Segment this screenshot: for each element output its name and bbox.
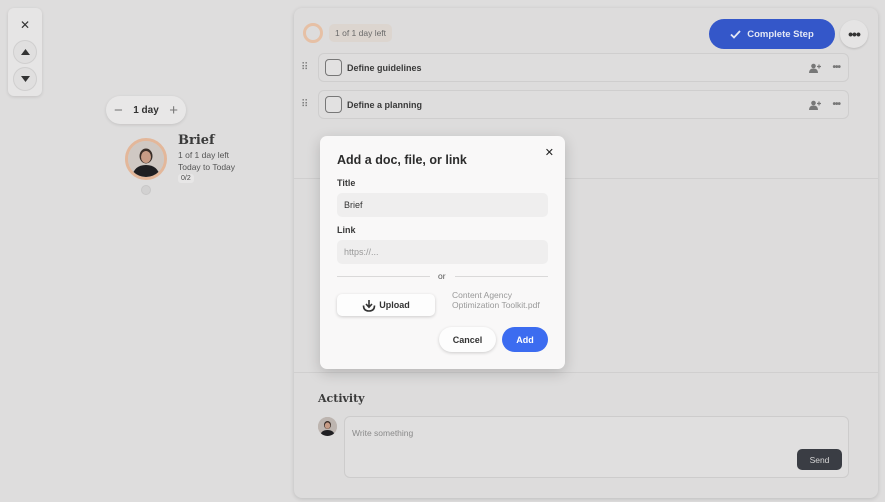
task-count-badge: 0/2 [178, 174, 194, 183]
title-field-label: Title [337, 178, 356, 188]
upload-button[interactable]: Upload [337, 294, 435, 316]
dialog-title: Add a doc, file, or link [337, 153, 467, 167]
step-title: Brief [178, 133, 215, 148]
node-connector-dot[interactable] [141, 185, 151, 195]
close-icon[interactable]: ✕ [545, 146, 554, 159]
or-separator: or [438, 271, 446, 281]
send-button[interactable]: Send [797, 449, 842, 470]
divider-left [337, 276, 430, 277]
assignee-avatar[interactable] [125, 138, 167, 180]
more-dots-icon: ••• [848, 26, 861, 42]
panel-header: 1 of 1 day left Complete Step ••• [294, 8, 878, 58]
divider-right [455, 276, 548, 277]
duration-stepper: − 1 day + [106, 96, 186, 124]
task-row[interactable]: ⠿ Define a planning ••• [301, 90, 849, 119]
link-field[interactable] [337, 240, 548, 264]
task-checkbox[interactable] [325, 59, 342, 76]
step-navigation: ✕ [8, 8, 42, 96]
step-days-left: 1 of 1 day left [178, 150, 230, 160]
comment-input[interactable]: Write something Send [344, 416, 849, 478]
task-label: Define a planning [347, 99, 423, 110]
current-user-avatar [318, 417, 337, 436]
previous-step-button[interactable] [13, 39, 37, 64]
task-more-icon[interactable]: ••• [832, 62, 840, 73]
drag-handle-icon[interactable]: ⠿ [301, 99, 308, 110]
complete-step-button[interactable]: Complete Step [709, 19, 835, 49]
task-more-icon[interactable]: ••• [832, 99, 840, 110]
cancel-button[interactable]: Cancel [439, 327, 496, 352]
task-checkbox[interactable] [325, 96, 342, 113]
close-icon: ✕ [19, 17, 31, 32]
add-resource-dialog: ✕ Add a doc, file, or link Title Link or… [320, 136, 565, 369]
person-avatar-icon [128, 141, 164, 177]
next-step-button[interactable] [13, 67, 37, 92]
caret-up-icon [20, 48, 30, 55]
section-divider [294, 372, 878, 373]
complete-step-label: Complete Step [747, 28, 814, 40]
assign-user-icon[interactable] [809, 63, 821, 73]
selected-file-name: Content Agency Optimization Toolkit.pdf [452, 290, 540, 310]
drag-handle-icon[interactable]: ⠿ [301, 62, 308, 73]
activity-heading: Activity [318, 392, 365, 405]
comment-placeholder: Write something [352, 428, 414, 438]
person-avatar-icon [318, 417, 337, 436]
increase-day-button[interactable]: + [169, 102, 178, 119]
task-label: Define guidelines [347, 62, 422, 73]
step-date-range: Today to Today [178, 162, 236, 172]
upload-icon [362, 299, 376, 312]
more-options-button[interactable]: ••• [840, 20, 868, 48]
add-button[interactable]: Add [502, 327, 548, 352]
duration-value: 1 day [133, 104, 159, 116]
caret-down-icon [20, 76, 30, 83]
days-left-chip: 1 of 1 day left [329, 24, 393, 42]
decrease-day-button[interactable]: − [114, 102, 123, 119]
progress-ring-icon [303, 23, 323, 43]
close-button[interactable]: ✕ [13, 13, 37, 37]
title-field[interactable] [337, 193, 548, 217]
task-row[interactable]: ⠿ Define guidelines ••• [301, 53, 849, 82]
assign-user-icon[interactable] [809, 100, 821, 110]
checkmark-icon [730, 29, 741, 39]
upload-label: Upload [379, 300, 410, 310]
link-field-label: Link [337, 225, 356, 235]
